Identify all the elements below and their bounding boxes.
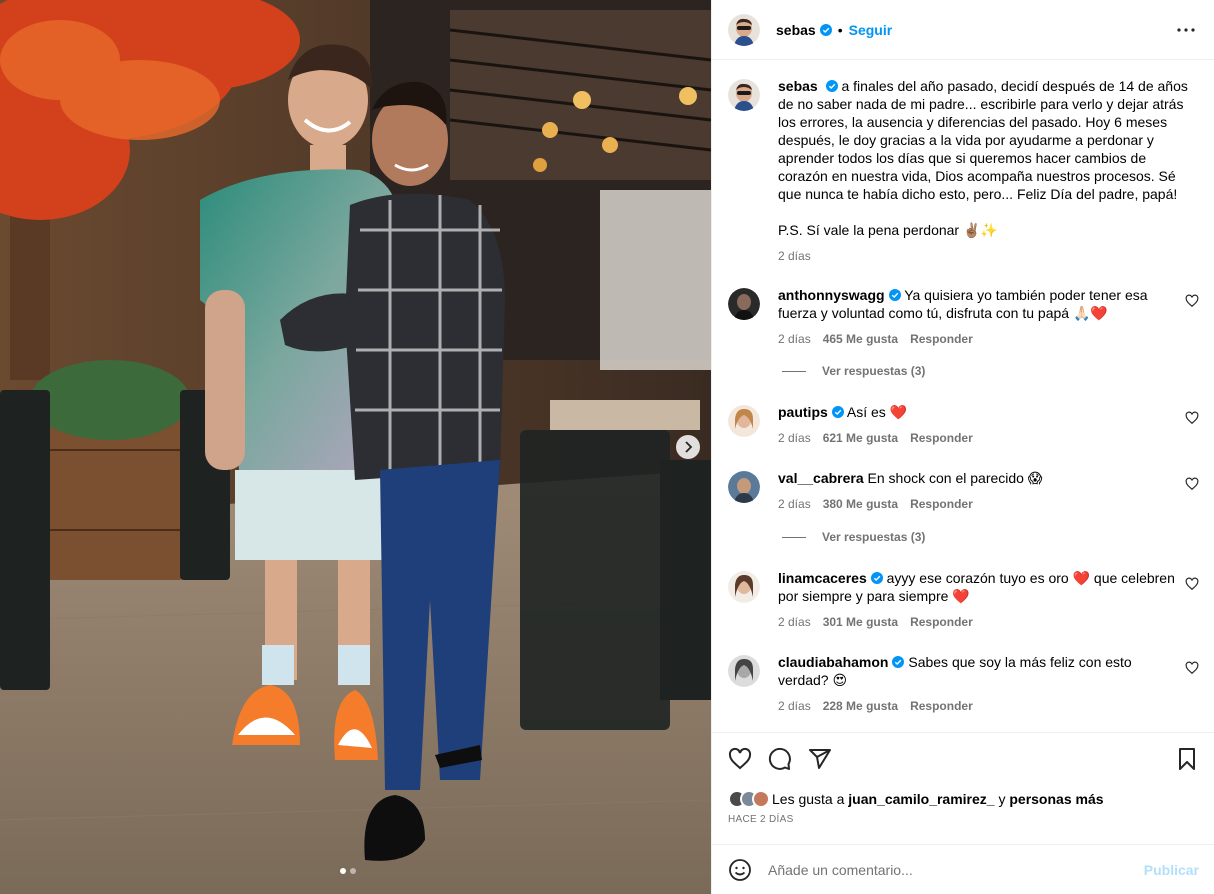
reply-button[interactable]: Responder — [910, 613, 973, 631]
replies-divider — [782, 536, 806, 538]
comment-item: val__cabrera En shock con el parecido 😱 … — [728, 469, 1199, 513]
comment-age: 2 días — [778, 497, 811, 511]
post-header: sebas • Seguir — [712, 0, 1214, 60]
commenter-avatar[interactable] — [728, 405, 760, 437]
comment-likes[interactable]: 301 Me gusta — [823, 613, 898, 631]
like-comment-heart-icon[interactable] — [1185, 294, 1199, 308]
comment-text: En shock con el parecido 😱 — [867, 470, 1043, 486]
view-replies-button[interactable]: Ver respuestas (3) — [782, 530, 925, 544]
post-image[interactable] — [0, 0, 711, 894]
view-replies-button[interactable]: Ver respuestas (3) — [782, 364, 925, 378]
carousel-dot-1 — [340, 868, 346, 874]
replies-divider — [782, 370, 806, 372]
author-avatar[interactable] — [728, 13, 760, 46]
like-comment-heart-icon[interactable] — [1185, 661, 1199, 675]
carousel-indicator — [340, 868, 356, 874]
verified-badge-icon — [825, 80, 838, 92]
comment-item: claudiabahamon Sabes que soy la más feli… — [728, 653, 1199, 715]
verified-badge-icon — [819, 23, 832, 36]
share-icon[interactable] — [808, 747, 832, 771]
comment-username[interactable]: claudiabahamon — [778, 654, 888, 670]
comment-age: 2 días — [778, 699, 811, 713]
comment-composer: Publicar — [712, 844, 1214, 894]
likes-summary: Les gusta a juan_camilo_ramirez_ y perso… — [728, 790, 1104, 808]
verified-badge-icon — [870, 572, 883, 584]
comment-likes[interactable]: 465 Me gusta — [823, 330, 898, 348]
emoji-icon[interactable] — [728, 858, 752, 882]
commenter-avatar[interactable] — [728, 288, 760, 320]
comment-likes[interactable]: 621 Me gusta — [823, 429, 898, 447]
comment-text: Así es ❤️ — [846, 404, 908, 420]
view-replies-label: Ver respuestas (3) — [822, 530, 926, 544]
post-time-ago: HACE 2 DÍAS — [728, 814, 794, 825]
publish-button[interactable]: Publicar — [1144, 862, 1199, 878]
post-photo — [0, 0, 711, 894]
comment-username[interactable]: linamcaceres — [778, 570, 867, 586]
comments-list[interactable]: sebas a finales del año pasado, decidí d… — [712, 61, 1214, 732]
more-horizontal-icon — [1177, 27, 1195, 32]
follow-button[interactable]: Seguir — [849, 22, 893, 38]
comment-likes[interactable]: 380 Me gusta — [823, 495, 898, 513]
verified-badge-icon — [892, 656, 905, 668]
commenter-avatar[interactable] — [728, 571, 760, 603]
post-caption: sebas a finales del año pasado, decidí d… — [728, 77, 1199, 265]
view-replies-label: Ver respuestas (3) — [822, 364, 926, 378]
caption-age: 2 días — [778, 249, 811, 263]
liker-username[interactable]: juan_camilo_ramirez_ — [848, 791, 994, 807]
post-actions: Les gusta a juan_camilo_ramirez_ y perso… — [712, 732, 1214, 844]
chevron-right-icon — [685, 441, 693, 453]
like-comment-heart-icon[interactable] — [1185, 411, 1199, 425]
caption-ps: P.S. Sí vale la pena perdonar ✌🏽✨ — [778, 222, 998, 238]
caption-text: a finales del año pasado, decidí después… — [778, 78, 1188, 202]
comment-item: anthonnyswagg Ya quisiera yo también pod… — [728, 286, 1199, 348]
comment-age: 2 días — [778, 332, 811, 346]
more-options-button[interactable] — [1174, 18, 1198, 42]
reply-button[interactable]: Responder — [910, 697, 973, 715]
commenter-avatar[interactable] — [728, 655, 760, 687]
verified-badge-icon — [831, 406, 844, 418]
reply-button[interactable]: Responder — [910, 429, 973, 447]
commenter-avatar[interactable] — [728, 471, 760, 503]
caption-username[interactable]: sebas — [778, 78, 818, 94]
post-side-panel: sebas • Seguir sebas a finales del año p… — [711, 0, 1214, 894]
liker-avatars — [728, 790, 770, 808]
reply-button[interactable]: Responder — [910, 330, 973, 348]
comment-item: pautips Así es ❤️ 2 días 621 Me gusta Re… — [728, 403, 1199, 447]
carousel-next-button[interactable] — [676, 435, 700, 459]
reply-button[interactable]: Responder — [910, 495, 973, 513]
comment-icon[interactable] — [768, 747, 792, 771]
likes-others-link[interactable]: personas más — [1009, 791, 1103, 807]
comment-username[interactable]: val__cabrera — [778, 470, 864, 486]
comment-input[interactable] — [768, 861, 1144, 878]
likes-middle: y — [998, 791, 1006, 807]
comment-item: linamcaceres ayyy ese corazón tuyo es or… — [728, 569, 1199, 631]
header-separator: • — [837, 21, 843, 38]
author-avatar[interactable] — [728, 79, 760, 111]
verified-badge-icon — [888, 289, 901, 301]
liker-avatar — [752, 790, 770, 808]
like-comment-heart-icon[interactable] — [1185, 577, 1199, 591]
save-bookmark-icon[interactable] — [1175, 747, 1199, 771]
comment-age: 2 días — [778, 615, 811, 629]
carousel-dot-2 — [350, 868, 356, 874]
like-heart-icon[interactable] — [728, 747, 752, 771]
author-username[interactable]: sebas — [776, 22, 816, 38]
comment-likes[interactable]: 228 Me gusta — [823, 697, 898, 715]
comment-username[interactable]: anthonnyswagg — [778, 287, 885, 303]
comment-age: 2 días — [778, 431, 811, 445]
comment-username[interactable]: pautips — [778, 404, 828, 420]
likes-prefix: Les gusta a — [772, 791, 845, 807]
like-comment-heart-icon[interactable] — [1185, 477, 1199, 491]
